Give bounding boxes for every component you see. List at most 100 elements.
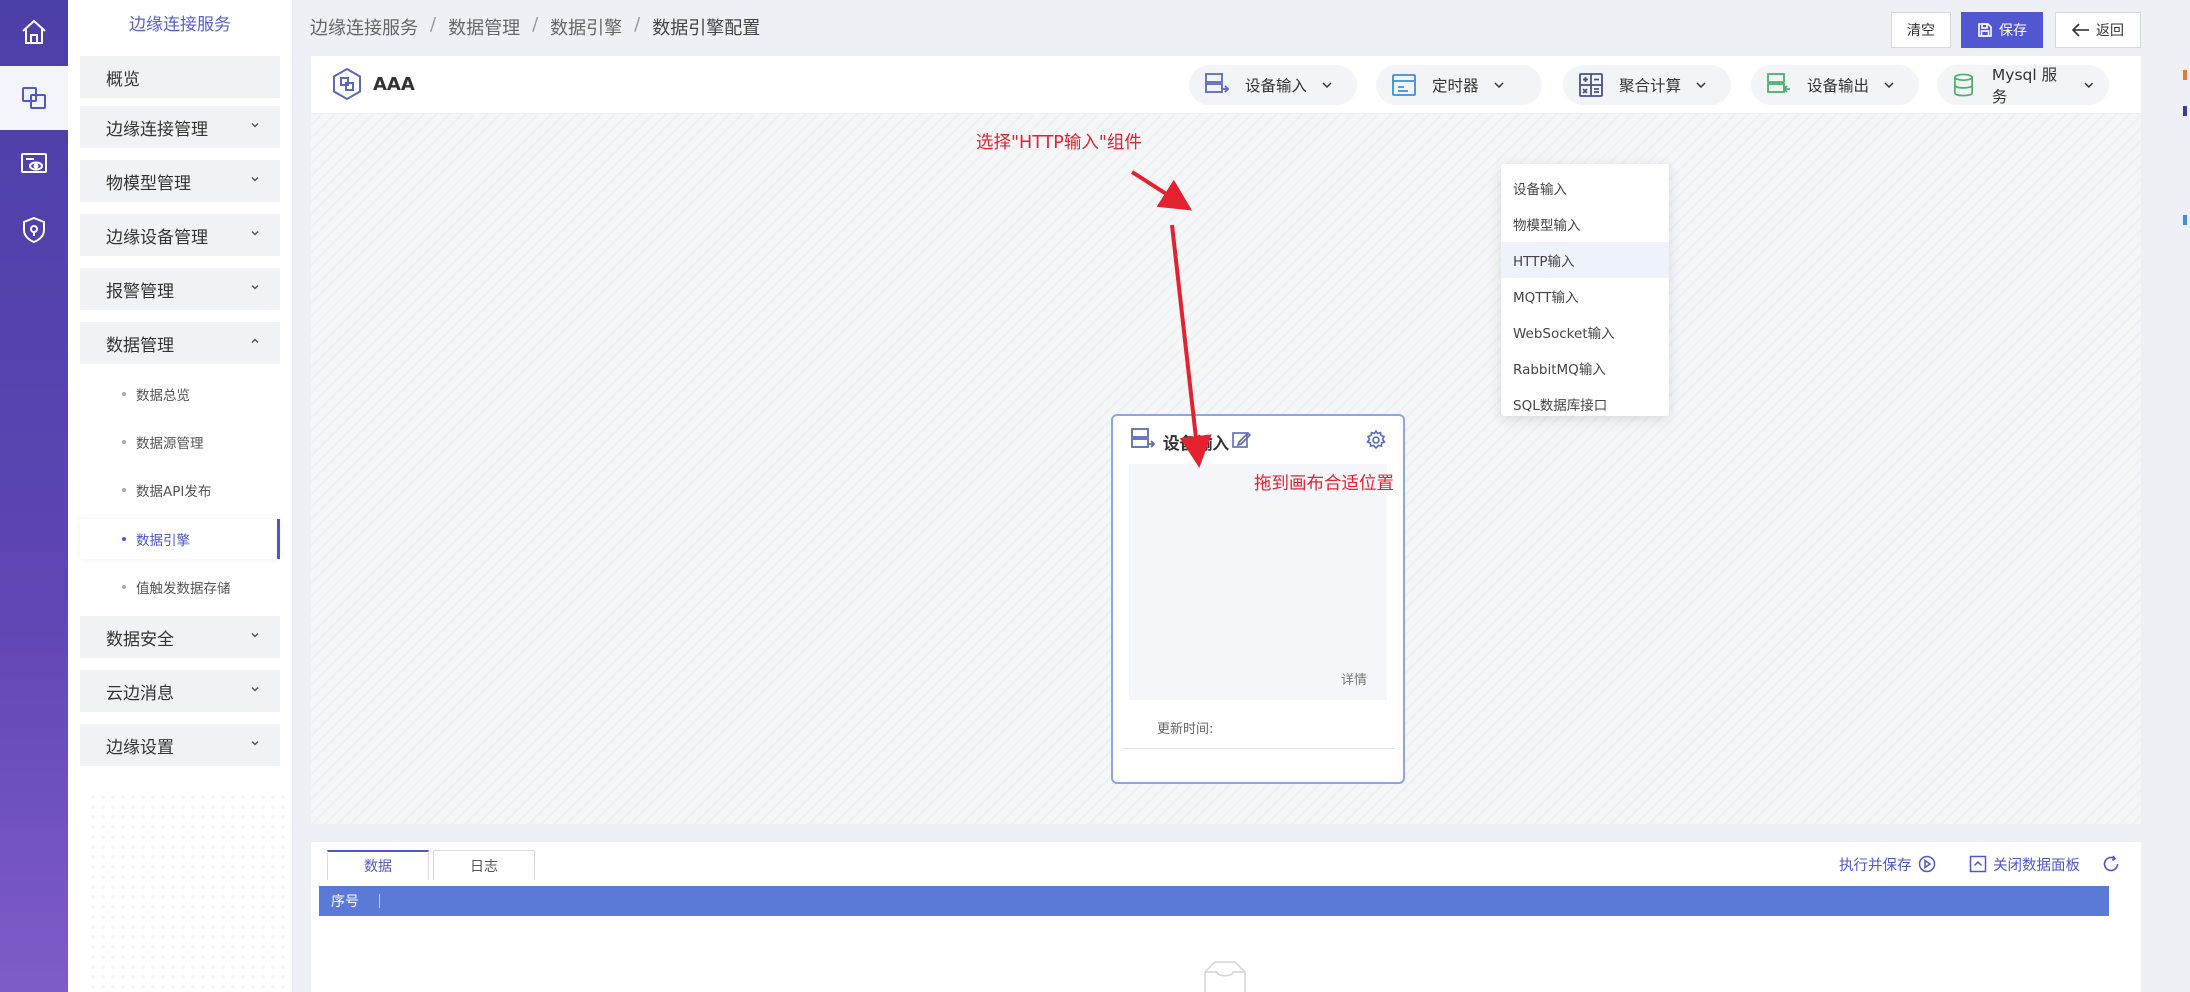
refresh-icon[interactable] <box>2101 854 2121 874</box>
sidebar-item-thing-model[interactable]: 物模型管理 <box>80 160 280 202</box>
back-button-label: 返回 <box>2096 23 2124 39</box>
tab-log[interactable]: 日志 <box>433 850 535 880</box>
node-title: 设备输入 <box>1163 434 1229 453</box>
sidebar-sub-label: 数据引擎 <box>136 533 190 549</box>
chevron-down-icon <box>251 122 259 128</box>
edit-icon[interactable] <box>1231 430 1251 450</box>
dropdown-item-device-input[interactable]: 设备输入 <box>1501 170 1669 206</box>
sidebar-sub-label: 数据API发布 <box>136 484 212 500</box>
dropdown-item-mqtt-input[interactable]: MQTT输入 <box>1501 278 1669 314</box>
sidebar: 边缘连接服务 概览 边缘连接管理 物模型管理 边缘设备管理 报警管理 数据管理 … <box>68 0 292 992</box>
device-input-icon <box>1205 73 1230 93</box>
flow-panel: AAA 设备输入 定时器 聚合计算 设备输出 Mysql 服务 设备输入 详情 … <box>311 56 2141 824</box>
clear-button[interactable]: 清空 <box>1891 12 1951 48</box>
dropdown-item-websocket-input[interactable]: WebSocket输入 <box>1501 314 1669 350</box>
arrow-left-icon <box>2072 23 2089 37</box>
run-save-label: 执行并保存 <box>1839 857 1912 874</box>
empty-box-icon <box>1204 961 1246 992</box>
tool-label: 定时器 <box>1432 77 1479 95</box>
dropdown-item-rabbitmq-input[interactable]: RabbitMQ输入 <box>1501 350 1669 386</box>
rail-monitor[interactable] <box>0 132 68 196</box>
close-panel-label: 关闭数据面板 <box>1993 857 2080 874</box>
sidebar-item-label: 报警管理 <box>106 281 174 302</box>
sidebar-item-overview[interactable]: 概览 <box>80 56 280 98</box>
sidebar-sub-label: 数据总览 <box>136 388 190 404</box>
sidebar-sub-data-overview[interactable]: 数据总览 <box>80 374 280 414</box>
save-button[interactable]: 保存 <box>1961 12 2043 48</box>
play-circle-icon <box>1918 855 1935 873</box>
chevron-down-icon <box>2084 82 2094 88</box>
breadcrumb-item[interactable]: 数据引擎 <box>550 14 622 40</box>
sidebar-item-edge-connect[interactable]: 边缘连接管理 <box>80 106 280 148</box>
calculator-icon <box>1579 73 1603 97</box>
sidebar-item-edge-settings[interactable]: 边缘设置 <box>80 724 280 766</box>
sidebar-item-data-management[interactable]: 数据管理 <box>80 322 280 364</box>
sidebar-item-label: 物模型管理 <box>106 173 191 194</box>
breadcrumb-item[interactable]: 边缘连接服务 <box>310 14 418 40</box>
edge-mark <box>2183 215 2187 225</box>
edge-mark <box>2183 106 2187 116</box>
dropdown-item-thing-model-input[interactable]: 物模型输入 <box>1501 206 1669 242</box>
chevron-down-icon <box>251 230 259 236</box>
sidebar-item-data-security[interactable]: 数据安全 <box>80 616 280 658</box>
sidebar-item-cloud-edge-message[interactable]: 云边消息 <box>80 670 280 712</box>
annotation-drag-hint: 拖到画布合适位置 <box>1254 474 1394 494</box>
breadcrumb-current: 数据引擎配置 <box>652 18 761 39</box>
rail-security[interactable] <box>0 198 68 262</box>
tool-timer[interactable]: 定时器 <box>1376 65 1542 105</box>
timer-icon <box>1392 74 1416 96</box>
tool-label: Mysql 服务 <box>1991 66 2058 106</box>
chevron-down-icon <box>251 632 259 638</box>
chevron-up-icon <box>251 338 259 344</box>
tool-aggregate[interactable]: 聚合计算 <box>1563 65 1731 105</box>
annotation-select-hint: 选择"HTTP输入"组件 <box>976 133 1142 153</box>
data-panel: 数据 日志 执行并保存 关闭数据面板 序号 <box>311 842 2141 992</box>
sidebar-item-label: 边缘设备管理 <box>106 227 208 248</box>
sidebar-sub-label: 值触发数据存储 <box>136 581 231 597</box>
chevron-down-icon <box>251 686 259 692</box>
sidebar-item-label: 概览 <box>106 69 140 90</box>
sidebar-sub-datasource[interactable]: 数据源管理 <box>80 422 280 462</box>
sidebar-sub-data-engine[interactable]: 数据引擎 <box>80 519 280 559</box>
rail-connect[interactable] <box>0 66 68 130</box>
back-button[interactable]: 返回 <box>2055 12 2141 48</box>
edge-mark <box>2183 70 2187 80</box>
tab-data[interactable]: 数据 <box>327 850 429 880</box>
breadcrumb-item[interactable]: 数据管理 <box>448 14 520 40</box>
devices-icon <box>22 87 46 109</box>
tool-label: 设备输出 <box>1807 77 1870 95</box>
device-output-icon <box>1767 73 1790 93</box>
device-input-dropdown: 设备输入 物模型输入 HTTP输入 MQTT输入 WebSocket输入 Rab… <box>1501 164 1669 416</box>
sidebar-sub-value-trigger[interactable]: 值触发数据存储 <box>80 567 280 607</box>
tool-label: 设备输入 <box>1245 77 1308 95</box>
tool-mysql-service[interactable]: Mysql 服务 <box>1937 65 2109 106</box>
close-data-panel-button[interactable]: 关闭数据面板 <box>1969 852 2080 876</box>
run-save-button[interactable]: 执行并保存 <box>1839 852 1936 876</box>
monitor-eye-icon <box>21 153 47 173</box>
icon-rail <box>0 0 68 992</box>
dropdown-item-http-input[interactable]: HTTP输入 <box>1501 242 1669 278</box>
sidebar-item-label: 数据管理 <box>106 335 174 356</box>
collapse-icon <box>1969 855 1987 873</box>
gear-icon[interactable] <box>1365 429 1387 451</box>
save-button-label: 保存 <box>1999 23 2027 39</box>
sidebar-sub-data-api[interactable]: 数据API发布 <box>80 470 280 510</box>
dropdown-item-sql-interface[interactable]: SQL数据库接口 <box>1501 386 1669 422</box>
sidebar-item-label: 数据安全 <box>106 629 174 650</box>
flow-name: AAA <box>373 74 415 95</box>
sidebar-item-edge-device[interactable]: 边缘设备管理 <box>80 214 280 256</box>
rail-home[interactable] <box>0 0 68 64</box>
tool-label: 聚合计算 <box>1619 77 1682 95</box>
home-icon <box>22 19 46 44</box>
tool-device-input[interactable]: 设备输入 <box>1189 65 1357 105</box>
node-body: 详情 <box>1129 464 1387 700</box>
tool-device-output[interactable]: 设备输出 <box>1751 65 1919 105</box>
panel-header: AAA 设备输入 定时器 聚合计算 设备输出 Mysql 服务 <box>311 56 2141 114</box>
shield-icon <box>23 216 45 244</box>
node-detail-link[interactable]: 详情 <box>1341 669 1367 688</box>
chevron-down-icon <box>251 284 259 290</box>
sidebar-item-alarm[interactable]: 报警管理 <box>80 268 280 310</box>
column-divider <box>379 894 380 908</box>
save-icon <box>1978 23 1992 37</box>
sidebar-item-label: 边缘设置 <box>106 737 174 758</box>
